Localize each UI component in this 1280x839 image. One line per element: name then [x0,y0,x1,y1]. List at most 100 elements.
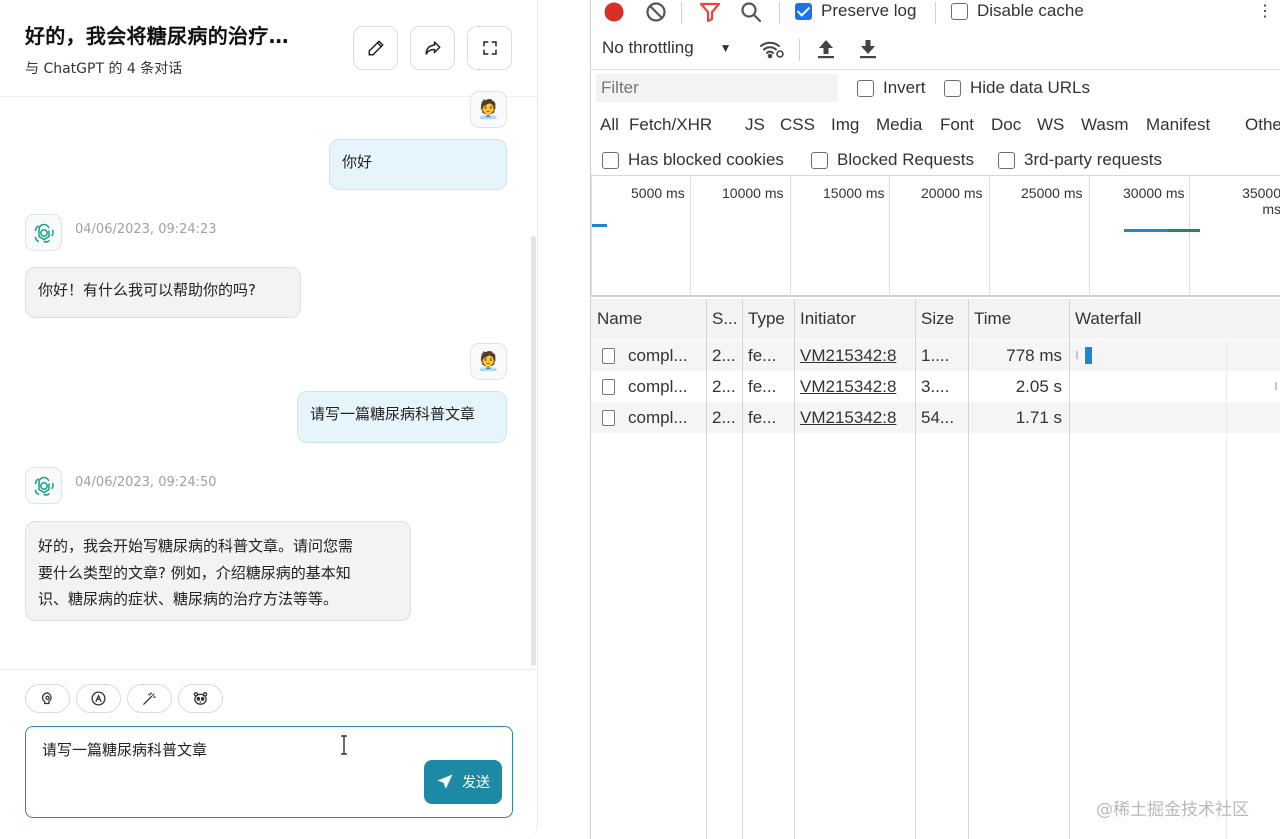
request-size: 3.... [921,376,950,396]
column-header-status[interactable]: S... [706,299,742,339]
request-initiator-link[interactable]: VM215342:8 [800,340,912,371]
export-har-button[interactable] [858,38,878,60]
column-header-size[interactable]: Size [915,299,968,339]
bot-message-line: 要什么类型的文章? 例如，介绍糖尿病的基本知 [38,563,351,582]
overview-tick-label: 20000 ms [921,185,983,201]
file-icon [602,378,615,395]
column-divider[interactable] [915,299,916,839]
column-divider[interactable] [1069,299,1070,839]
bot-message: 你好！有什么我可以帮助你的吗? [25,267,301,318]
conversation-title: 好的，我会将糖尿病的治疗… [25,24,289,48]
column-header-type[interactable]: Type [742,299,794,339]
blocked-requests-label: Blocked Requests [837,150,975,169]
message-list: 🧑‍💼 你好 04/06/2023, 09:24:23 你好！有什么我可以帮助你… [0,91,537,669]
waterfall-wait-bar [1076,351,1078,359]
message-input[interactable]: 请写一篇糖尿病科普文章 [42,739,442,779]
more-options-icon[interactable]: ⋮ [1257,1,1273,21]
overview-tick-label: 10000 ms [722,185,784,201]
type-tab-manifest[interactable]: Manifest [1142,110,1214,140]
type-tab-all[interactable]: All [596,110,623,140]
fullscreen-button[interactable] [467,26,512,70]
column-divider[interactable] [968,299,969,839]
send-button[interactable]: 发送 [424,760,502,804]
clear-button[interactable] [645,1,667,23]
type-tab-media[interactable]: Media [872,110,926,140]
text-a-icon [91,691,106,706]
filter-toggle-button[interactable] [699,1,721,23]
import-har-button[interactable] [816,38,836,60]
blocked-requests-checkbox[interactable]: Blocked Requests [811,150,974,170]
preserve-log-checkbox[interactable]: Preserve log [795,1,916,21]
table-row[interactable]: compl... 2... fe... VM215342:8 3.... 2.0… [591,371,1280,402]
third-party-label: 3rd-party requests [1024,150,1162,169]
toolbar-separator [799,39,800,61]
table-row[interactable]: compl... 2... fe... VM215342:8 1.... 778… [591,340,1280,371]
type-tab-ws[interactable]: WS [1033,110,1068,140]
blocked-filter-row: Has blocked cookies Blocked Requests 3rd… [591,144,1280,176]
network-conditions-button[interactable] [759,38,785,60]
text-tool-button[interactable] [76,684,121,713]
column-header-initiator[interactable]: Initiator [794,299,915,339]
type-tab-active[interactable]: Fetch/XHR [625,110,716,140]
chat-header: 好的，我会将糖尿病的治疗… 与 ChatGPT 的 4 条对话 [0,0,537,97]
bot-message-text: 你好！有什么我可以帮助你的吗? [38,281,256,299]
toolbar-separator [681,2,682,24]
type-tab-wasm[interactable]: Wasm [1077,110,1133,140]
message-input-box[interactable]: 请写一篇糖尿病科普文章 发送 [25,726,513,818]
request-size: 1.... [921,345,950,365]
invert-label: Invert [883,78,926,97]
request-type: fe... [748,376,777,396]
hide-data-urls-check[interactable] [944,79,961,97]
filter-input[interactable] [596,74,838,102]
third-party-checkbox[interactable]: 3rd-party requests [998,150,1162,170]
message-scrollbar[interactable] [531,236,536,666]
preserve-log-check[interactable] [795,2,812,20]
type-tab-img[interactable]: Img [827,110,863,140]
invert-checkbox[interactable]: Invert [857,78,926,98]
third-party-check[interactable] [998,151,1015,169]
blocked-requests-check[interactable] [811,151,828,169]
request-time: 1.71 s [1015,407,1062,427]
disable-cache-checkbox[interactable]: Disable cache [951,1,1084,21]
type-tab-js[interactable]: JS [741,110,769,140]
type-tab-font[interactable]: Font [936,110,978,140]
waterfall-gridline [1226,340,1227,839]
prompt-tool-button[interactable] [25,684,70,713]
composer: 请写一篇糖尿病科普文章 发送 [0,669,537,839]
user-avatar: 🧑‍💼 [470,343,507,380]
type-tab-other[interactable]: Other [1241,110,1280,140]
hide-data-urls-checkbox[interactable]: Hide data URLs [944,78,1090,98]
disable-cache-check[interactable] [951,2,968,20]
edit-button[interactable] [353,26,398,70]
throttling-select[interactable]: No throttling ▼ [602,38,732,58]
timeline-overview[interactable]: 5000 ms 10000 ms 15000 ms 20000 ms 25000… [591,177,1280,297]
search-button[interactable] [740,1,762,23]
column-divider[interactable] [794,299,795,839]
overview-request-bar [592,224,607,227]
mask-tool-button[interactable] [178,684,223,713]
column-header-waterfall[interactable]: Waterfall [1069,299,1280,339]
record-button[interactable] [603,1,625,23]
request-status: 2... [712,407,736,427]
panel-gap [538,0,590,839]
request-initiator-link[interactable]: VM215342:8 [800,402,912,433]
blocked-cookies-checkbox[interactable]: Has blocked cookies [602,150,784,170]
column-header-name[interactable]: Name [591,299,706,339]
table-row[interactable]: compl... 2... fe... VM215342:8 54... 1.7… [591,402,1280,433]
devtools-toolbar-throttle: No throttling ▼ [591,30,1280,70]
invert-check[interactable] [857,79,874,97]
share-button[interactable] [410,26,455,70]
column-divider[interactable] [706,299,707,839]
upload-icon [818,40,834,59]
request-type: fe... [748,407,777,427]
download-icon [860,40,876,59]
type-tab-css[interactable]: CSS [776,110,819,140]
toolbar-separator [935,2,936,24]
request-initiator-link[interactable]: VM215342:8 [800,371,912,402]
type-tab-doc[interactable]: Doc [987,110,1025,140]
column-divider[interactable] [742,299,743,839]
brain-icon [41,692,52,705]
magic-tool-button[interactable] [127,684,172,713]
blocked-cookies-check[interactable] [602,151,619,169]
column-header-time[interactable]: Time [968,299,1069,339]
